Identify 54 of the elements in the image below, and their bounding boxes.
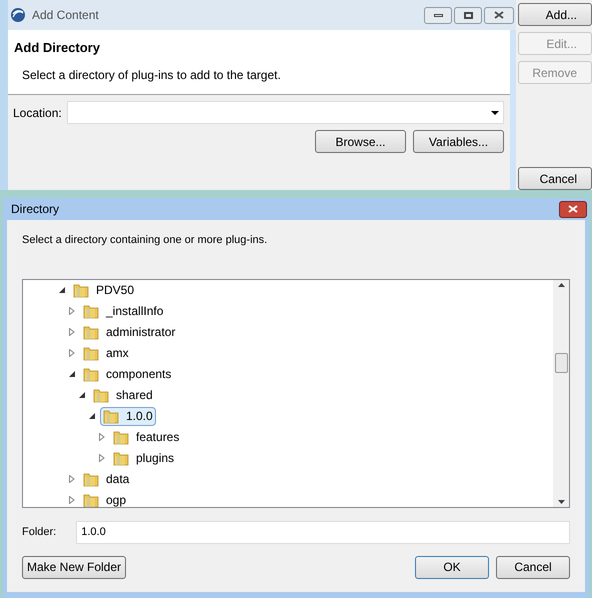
folder-icon bbox=[113, 429, 129, 445]
folder-icon bbox=[103, 408, 119, 424]
tree-item[interactable]: data bbox=[80, 470, 132, 488]
folder-icon bbox=[83, 492, 99, 506]
dialog-title: Directory bbox=[11, 201, 60, 218]
folder-field[interactable]: 1.0.0 bbox=[76, 520, 570, 544]
dialog-description: Select a directory containing one or more plug-ins. bbox=[22, 233, 268, 248]
close-button[interactable] bbox=[484, 6, 514, 24]
tree-item[interactable]: administrator bbox=[80, 322, 178, 342]
tree-item[interactable]: plugins bbox=[110, 448, 178, 468]
dialog-button[interactable]: Make New Folder bbox=[22, 556, 126, 578]
scroll-thumb[interactable] bbox=[554, 353, 568, 373]
window-title: Add Content bbox=[32, 7, 99, 24]
tree-item[interactable]: features bbox=[110, 428, 182, 446]
side-button[interactable]: Add... bbox=[518, 3, 592, 26]
location-label: Location: bbox=[13, 104, 62, 122]
tree-item[interactable]: components bbox=[80, 364, 174, 384]
folder-icon bbox=[73, 282, 89, 298]
scroll-up-arrow-icon[interactable] bbox=[558, 282, 564, 286]
folder-icon bbox=[113, 450, 129, 466]
page-heading: Add Directory bbox=[14, 39, 101, 57]
close-icon bbox=[568, 205, 578, 213]
collapse-arrow-icon[interactable] bbox=[89, 413, 98, 419]
scroll-down-arrow-icon[interactable] bbox=[558, 500, 564, 504]
dialog-button[interactable]: OK bbox=[415, 556, 489, 578]
folder-icon bbox=[83, 324, 99, 340]
minimize-button[interactable] bbox=[424, 6, 452, 24]
tree-item[interactable]: shared bbox=[90, 386, 156, 404]
side-button[interactable]: Cancel bbox=[518, 167, 592, 190]
folder-icon bbox=[83, 345, 99, 361]
close-button[interactable] bbox=[559, 200, 587, 218]
scrollbar[interactable] bbox=[553, 280, 569, 506]
folder-icon bbox=[93, 387, 109, 403]
dropdown-arrow-icon bbox=[491, 110, 499, 114]
app-logo-icon bbox=[10, 7, 26, 23]
tree-item[interactable]: amx bbox=[80, 344, 132, 362]
dialog-button[interactable]: Variables... bbox=[413, 130, 504, 153]
restore-button[interactable] bbox=[454, 6, 482, 24]
collapse-arrow-icon[interactable] bbox=[59, 287, 68, 293]
folder-icon bbox=[83, 471, 99, 487]
folder-tree[interactable]: PDV50 _installInfo administrator amx components shared 1.0.0 features plugins data ogp bbox=[22, 278, 570, 508]
tree-item[interactable]: _installInfo bbox=[80, 302, 166, 320]
tree-item[interactable]: ogp bbox=[80, 490, 130, 506]
dialog-button[interactable]: Browse... bbox=[315, 130, 406, 153]
dialog-button[interactable]: Cancel bbox=[496, 556, 570, 578]
page-description: Select a directory of plug-ins to add to the target. bbox=[22, 66, 282, 84]
close-icon bbox=[494, 11, 504, 19]
tree-item[interactable]: PDV50 bbox=[70, 280, 138, 300]
tree-item[interactable]: 1.0.0 bbox=[100, 406, 156, 426]
folder-icon bbox=[83, 366, 99, 382]
folder-label: Folder: bbox=[22, 524, 56, 540]
folder-icon bbox=[83, 303, 99, 319]
collapse-arrow-icon[interactable] bbox=[69, 371, 78, 377]
collapse-arrow-icon[interactable] bbox=[79, 392, 88, 398]
